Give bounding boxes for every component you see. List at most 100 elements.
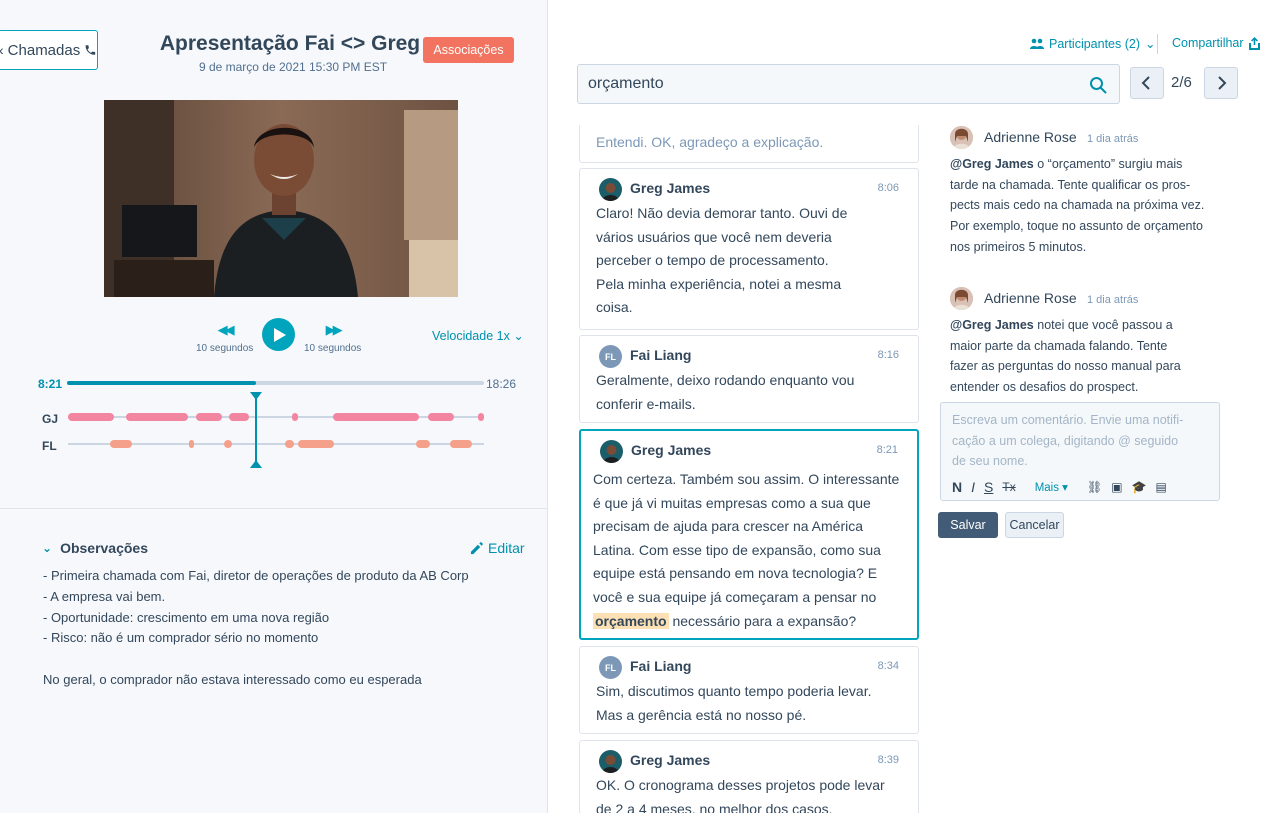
formatting-toolbar: N I S Tx Mais ▾ ⛓ ▣ 🎓 ▤	[952, 479, 1167, 495]
speech-segment[interactable]	[229, 413, 249, 421]
edit-notes-button[interactable]: Editar	[470, 540, 525, 556]
transcript-entry[interactable]: Greg James 8:39 OK. O cronograma desses …	[579, 740, 919, 813]
speaker-track-fl[interactable]	[68, 440, 484, 448]
associations-button[interactable]: Associações	[423, 37, 514, 63]
link-icon[interactable]: ⛓	[1087, 480, 1102, 494]
speech-segment[interactable]	[285, 440, 294, 448]
bold-button[interactable]: N	[952, 479, 962, 495]
result-counter: 2/6	[1171, 74, 1192, 91]
transcript-text: OK. O cronograma desses projetos pode le…	[596, 774, 906, 813]
image-icon[interactable]: ▣	[1111, 480, 1122, 494]
back-to-calls-button[interactable]: ‹ Chamadas	[0, 30, 98, 70]
cancel-button[interactable]: Cancelar	[1005, 512, 1064, 538]
speech-segment[interactable]	[450, 440, 472, 448]
video-player[interactable]	[104, 100, 458, 297]
speech-segment[interactable]	[416, 440, 430, 448]
comment-timestamp: 1 dia atrás	[1087, 294, 1139, 306]
progress-bar-fill	[67, 381, 256, 385]
transcript-list[interactable]: Entendi. OK, agradeço a explicação. Greg…	[578, 125, 920, 813]
progress-bar[interactable]	[67, 381, 484, 385]
speech-segment[interactable]	[292, 413, 298, 421]
search-input[interactable]	[588, 75, 1068, 93]
notes-section-toggle[interactable]: ⌄ Observações	[42, 540, 148, 556]
speaker-track-gj[interactable]	[68, 413, 484, 421]
graduation-cap-icon[interactable]: 🎓	[1132, 480, 1147, 494]
search-icon[interactable]	[1089, 76, 1107, 94]
timestamp[interactable]: 8:06	[878, 182, 899, 194]
speech-segment[interactable]	[224, 440, 232, 448]
speech-segment[interactable]	[333, 413, 419, 421]
speaker-name: Fai Liang	[630, 347, 692, 363]
transcript-entry[interactable]: Greg James 8:06 Claro! Não devia demorar…	[579, 168, 919, 330]
avatar	[599, 178, 622, 201]
avatar: FL	[599, 345, 622, 368]
timestamp[interactable]: 8:34	[878, 660, 899, 672]
document-icon[interactable]: ▤	[1155, 480, 1166, 494]
chevron-right-icon	[1218, 76, 1227, 90]
edit-label: Editar	[488, 540, 525, 556]
participants-dropdown[interactable]: Participantes (2) ⌄	[1030, 36, 1156, 51]
comment-author: Adrienne Rose	[984, 129, 1077, 145]
italic-button[interactable]: I	[971, 479, 975, 495]
rewind-10s-button[interactable]: ◀◀ 10 segundos	[196, 322, 253, 354]
speech-segment[interactable]	[196, 413, 222, 421]
speech-segment[interactable]	[189, 440, 194, 448]
share-icon	[1248, 36, 1260, 50]
forward-10s-button[interactable]: ▶▶ 10 segundos	[304, 322, 361, 354]
speech-segment[interactable]	[428, 413, 454, 421]
playhead-top-marker[interactable]	[250, 392, 262, 400]
transcript-entry[interactable]: FL Fai Liang 8:16 Geralmente, deixo roda…	[579, 335, 919, 423]
share-button[interactable]: Compartilhar	[1172, 36, 1260, 50]
timestamp[interactable]: 8:21	[877, 444, 898, 456]
speaker-label-fl: FL	[42, 439, 57, 453]
text-line: conferir e-mails.	[596, 395, 696, 412]
mention[interactable]: @Greg James	[950, 318, 1034, 332]
next-result-button[interactable]	[1204, 67, 1238, 99]
timestamp[interactable]: 8:16	[878, 349, 899, 361]
notes-text[interactable]: - Primeira chamada com Fai, diretor de o…	[43, 566, 469, 691]
playhead-line[interactable]	[255, 395, 257, 465]
play-button[interactable]	[262, 318, 295, 351]
playback-speed-dropdown[interactable]: Velocidade 1x ⌄	[432, 328, 524, 343]
transcript-entry[interactable]: Entendi. OK, agradeço a explicação.	[579, 125, 919, 163]
mention[interactable]: @Greg James	[950, 157, 1034, 171]
avatar	[599, 750, 622, 773]
note-line: - Primeira chamada com Fai, diretor de o…	[43, 568, 469, 583]
speech-segment[interactable]	[68, 413, 114, 421]
back-button-label: Chamadas	[7, 41, 81, 59]
text-line: OK. O cronograma desses projetos pode le…	[596, 777, 885, 793]
transcript-text: Claro! Não devia demorar tanto. Ouvi de …	[596, 202, 906, 320]
previous-result-button[interactable]	[1130, 67, 1164, 99]
speech-segment[interactable]	[478, 413, 484, 421]
speed-label: Velocidade 1x	[432, 329, 510, 343]
clear-format-button[interactable]: Tx	[1002, 480, 1015, 494]
transcript-entry[interactable]: FL Fai Liang 8:34 Sim, discutimos quanto…	[579, 646, 919, 734]
search-highlight: orçamento	[593, 612, 669, 629]
toolbar-divider	[1157, 34, 1158, 54]
underline-button[interactable]: S	[984, 479, 993, 495]
transcript-text: Com certeza. Também sou assim. O interes…	[593, 468, 915, 633]
speaker-name: Fai Liang	[630, 658, 692, 674]
transcript-entry-active[interactable]: Greg James 8:21 Com certeza. Também sou …	[579, 429, 919, 640]
text-line: de seu nome.	[952, 454, 1028, 469]
text-line: de 2 a 4 meses, no melhor dos casos.	[596, 800, 833, 813]
text-line: equipe está pensando em nova tecnologia?…	[593, 565, 878, 582]
comment-editor[interactable]: Escreva um comentário. Envie uma notifi-…	[940, 402, 1220, 501]
save-button[interactable]: Salvar	[938, 512, 998, 538]
transcript-text: Entendi. OK, agradeço a explicação.	[596, 134, 824, 150]
more-dropdown[interactable]: Mais ▾	[1035, 480, 1068, 494]
speech-segment[interactable]	[298, 440, 334, 448]
chevron-left-icon: ‹	[0, 42, 4, 58]
avatar	[600, 440, 623, 463]
speech-segment[interactable]	[110, 440, 132, 448]
section-divider	[0, 508, 548, 509]
text-line: perceber o tempo de processamento.	[596, 252, 829, 269]
timestamp[interactable]: 8:39	[878, 754, 899, 766]
play-icon	[274, 327, 286, 342]
speech-segment[interactable]	[126, 413, 188, 421]
avatar: FL	[599, 656, 622, 679]
text-line: tarde na chamada. Tente qualificar os pr…	[950, 177, 1191, 192]
playhead-bottom-marker[interactable]	[250, 460, 262, 468]
chevron-down-icon: ⌄	[1145, 37, 1156, 51]
text-line: Claro! Não devia demorar tanto. Ouvi de	[596, 205, 848, 221]
